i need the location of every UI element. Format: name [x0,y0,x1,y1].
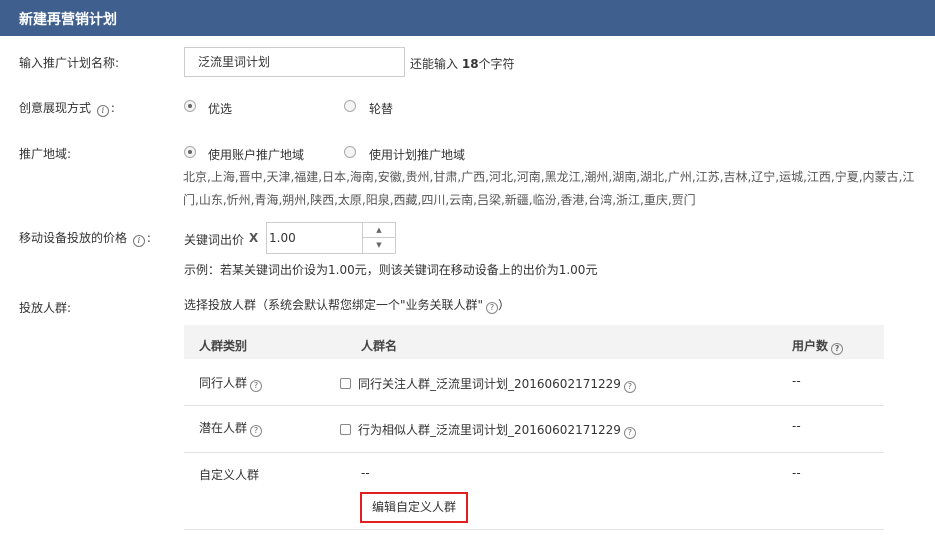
help-icon[interactable]: ? [831,343,844,355]
creative-option-rotate[interactable] [344,100,356,114]
creative-label: 创意展现方式 [19,101,92,115]
stepper-up-icon[interactable]: ▲ [363,223,395,238]
row-type-label: 潜在人群 [199,421,248,435]
row-divider [184,405,884,406]
radio-unchecked-icon[interactable] [344,146,356,158]
price-example: 示例：若某关键词出价设为1.00元，则该关键词在移动设备上的出价为1.00元 [184,263,598,277]
page-title: 新建再营销计划 [19,12,117,28]
row-name-label: 行为相似人群_泛流里词计划_20160602171229 [358,423,621,437]
column-name: 人群名 [361,339,398,353]
remain-prefix: 还能输入 [410,57,459,71]
bid-prefix: 关键词出价 [184,233,245,247]
audience-hint: 选择投放人群（系统会默认帮您绑定一个"业务关联人群"?） [184,296,510,314]
region-list: 北京,上海,晋中,天津,福建,日本,海南,安徽,贵州,甘肃,广西,河北,河南,黑… [183,170,915,207]
region-option-account[interactable] [184,146,196,160]
price-stepper[interactable]: 1.00 ▲ ▼ [266,222,396,254]
help-icon[interactable]: ? [250,380,263,392]
region-label: 推广地域: [19,147,72,161]
price-value[interactable]: 1.00 [267,223,363,253]
audience-label: 投放人群: [19,301,72,315]
row-users-peer: -- [792,374,801,388]
plan-name-input[interactable]: 泛流里词计划 [184,47,405,77]
checkbox[interactable] [340,378,351,389]
audience-hint-text: 选择投放人群（系统会默认帮您绑定一个"业务关联人群" [184,298,484,312]
mobile-price-label: 移动设备投放的价格 [19,231,128,245]
stepper-buttons: ▲ ▼ [362,223,395,253]
row-users-custom: -- [792,466,801,480]
multiplier-sign: X [249,231,259,245]
row-type-peer: 同行人群? [199,374,263,392]
region-option-account-label: 使用账户推广地域 [208,148,305,162]
row-users-potential: -- [792,419,801,433]
row-name-peer: 同行关注人群_泛流里词计划_20160602171229? [340,375,636,393]
help-icon[interactable]: ? [623,427,636,439]
radio-checked-icon[interactable] [184,146,196,158]
info-icon[interactable]: i [96,105,109,117]
creative-colon: : [110,101,115,115]
row-name-label: 同行关注人群_泛流里词计划_20160602171229 [358,377,621,391]
audience-hint-end: ） [498,298,511,312]
plan-name-label: 输入推广计划名称: [19,56,120,70]
row-name-potential: 行为相似人群_泛流里词计划_20160602171229? [340,421,636,439]
mobile-price-label-wrap: 移动设备投放的价格 i: [19,229,151,247]
audience-table-header [184,325,884,359]
region-option-plan[interactable] [344,146,356,160]
info-icon[interactable]: i [132,235,145,247]
remain-chars-text: 还能输入 18个字符 [410,55,515,72]
help-icon[interactable]: ? [250,425,263,437]
region-option-plan-label: 使用计划推广地域 [369,148,466,162]
mobile-price-colon: : [146,231,151,245]
stepper-down-icon[interactable]: ▼ [363,238,395,253]
creative-option-preferred-label: 优选 [208,102,233,116]
row-type-potential: 潜在人群? [199,419,263,437]
help-icon[interactable]: ? [486,302,499,314]
row-type-custom: 自定义人群 [199,468,260,482]
row-type-label: 同行人群 [199,376,248,390]
radio-unchecked-icon[interactable] [344,100,356,112]
remain-count: 18 [461,57,479,71]
row-name-custom: -- [361,466,370,480]
column-users-label: 用户数 [792,339,829,353]
radio-checked-icon[interactable] [184,100,196,112]
edit-custom-audience-button[interactable]: 编辑自定义人群 [360,492,468,523]
creative-label-wrap: 创意展现方式 i: [19,99,115,117]
column-users: 用户数? [792,337,844,355]
creative-option-rotate-label: 轮替 [369,102,394,116]
page-header: 新建再营销计划 [0,0,935,36]
checkbox[interactable] [340,424,351,435]
row-divider [184,452,884,453]
help-icon[interactable]: ? [623,381,636,393]
column-type: 人群类别 [199,339,248,353]
creative-option-preferred[interactable] [184,100,196,114]
remain-suffix: 个字符 [478,57,515,71]
row-divider [184,529,884,530]
